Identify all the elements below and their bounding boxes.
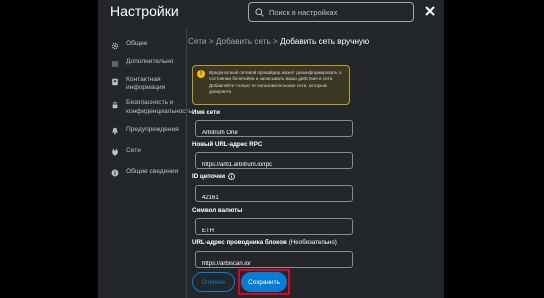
sidebar-item-label: Безопасность и конфиденциальность <box>126 99 193 115</box>
sidebar-item-label: Контактная информация <box>126 76 166 92</box>
currency-symbol-label: Символ валюты <box>192 207 243 214</box>
save-button[interactable]: Сохранить <box>241 272 287 292</box>
sliders-icon <box>110 59 119 68</box>
breadcrumb-current: Добавить сеть вручную <box>280 37 370 46</box>
breadcrumb-separator: > <box>273 37 278 46</box>
bell-icon <box>110 127 119 136</box>
settings-sidebar: Общее Дополнительно Контактная информаци… <box>98 32 192 181</box>
warning-icon: ! <box>197 70 205 78</box>
sidebar-item-label: Сети <box>126 146 141 154</box>
network-name-field[interactable] <box>195 120 353 141</box>
sidebar-item-about[interactable]: Общие сведения <box>98 165 186 181</box>
rpc-url-label: Новый URL-адрес RPC <box>192 141 263 148</box>
network-name-label: Имя сети <box>192 109 220 116</box>
settings-panel: Настройки Общее Дополнительно Контактная… <box>98 0 444 298</box>
chain-id-label: ID цепочки <box>192 173 235 180</box>
sidebar-item-security[interactable]: Безопасность и конфиденциальность <box>98 96 192 118</box>
sidebar-divider <box>186 28 187 298</box>
rpc-url-input[interactable] <box>196 157 352 173</box>
close-icon[interactable] <box>424 5 436 17</box>
sidebar-item-networks[interactable]: Сети <box>98 144 186 160</box>
sidebar-item-advanced[interactable]: Дополнительно <box>98 55 186 71</box>
sidebar-item-label: Предупреждения <box>126 125 179 133</box>
rpc-url-field[interactable] <box>195 152 353 173</box>
cancel-button[interactable]: Отмена <box>192 272 235 292</box>
sidebar-item-alerts[interactable]: Предупреждения <box>98 123 186 139</box>
plug-icon <box>110 148 119 157</box>
currency-symbol-input[interactable] <box>196 223 352 239</box>
info-icon <box>110 169 119 178</box>
optional-note: (Необязательно) <box>288 239 337 246</box>
chain-id-input[interactable] <box>196 190 352 206</box>
chain-id-field[interactable] <box>195 185 353 206</box>
gear-icon <box>110 41 119 50</box>
info-icon[interactable] <box>228 173 235 180</box>
breadcrumb-separator: > <box>208 37 214 46</box>
currency-symbol-field[interactable] <box>195 218 353 239</box>
search-input[interactable] <box>269 7 409 17</box>
warning-banner: ! Вредоносный сетевой провайдер может де… <box>192 65 350 105</box>
sidebar-item-label: Общее <box>126 40 148 47</box>
page-title: Настройки <box>110 3 179 19</box>
sidebar-item-label: Дополнительно <box>126 58 174 65</box>
network-name-input[interactable] <box>196 125 352 141</box>
lock-icon <box>110 100 119 109</box>
warning-text: Вредоносный сетевой провайдер может дези… <box>209 70 342 94</box>
search-icon <box>249 3 269 21</box>
search-box[interactable] <box>248 2 414 22</box>
sidebar-item-general[interactable]: Общее <box>98 37 186 53</box>
breadcrumb: Сети > Добавить сеть > Добавить сеть вру… <box>188 37 369 46</box>
book-icon <box>110 77 119 86</box>
block-explorer-label: URL-адрес проводника блоков (Необязатель… <box>192 239 337 246</box>
block-explorer-field[interactable] <box>195 251 353 272</box>
breadcrumb-networks[interactable]: Сети <box>188 37 207 46</box>
sidebar-item-label: Общие сведения <box>126 167 179 175</box>
breadcrumb-add-network[interactable]: Добавить сеть <box>216 37 271 46</box>
sidebar-item-contacts[interactable]: Контактная информация <box>98 73 186 95</box>
settings-header: Настройки <box>98 0 444 24</box>
